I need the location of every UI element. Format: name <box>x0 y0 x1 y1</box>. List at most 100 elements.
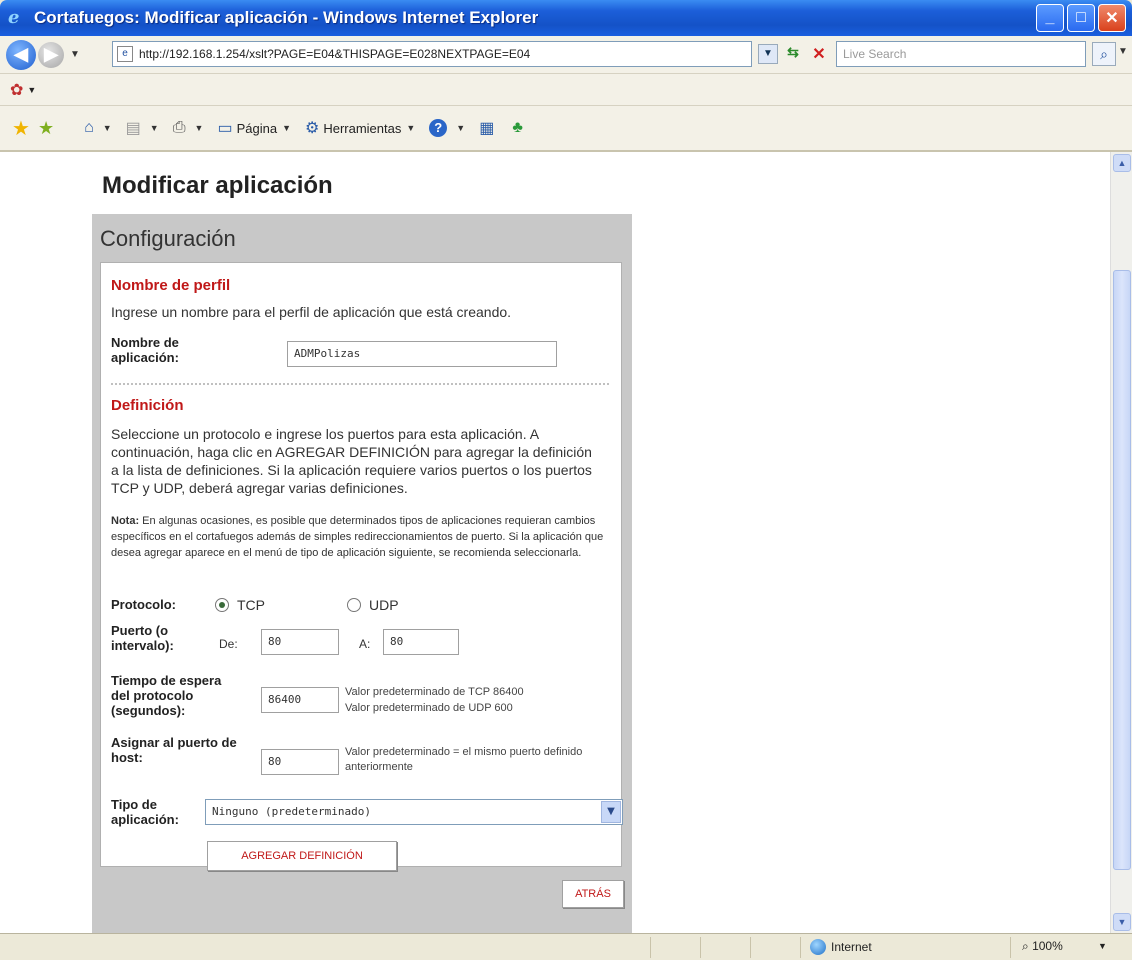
address-dropdown-button[interactable]: ▼ <box>758 44 778 64</box>
timeout-label: Tiempo de espera del protocolo (segundos… <box>111 673 222 718</box>
protocol-label: Protocolo: <box>111 597 176 612</box>
messenger-button[interactable]: ♣ <box>512 119 527 137</box>
addon-dropdown-icon[interactable]: ▼ <box>27 85 36 95</box>
app-name-label: Nombre de aplicación: <box>111 335 179 365</box>
config-panel: Configuración Nombre de perfil Ingrese u… <box>92 214 632 933</box>
timeout-input[interactable]: 86400 <box>261 687 339 713</box>
print-button[interactable]: ⎙ ▼ <box>173 119 204 137</box>
note-text: En algunas ocasiones, es posible que det… <box>111 515 604 559</box>
port-label: Puerto (o intervalo): <box>111 623 174 653</box>
tools-menu-label: Herramientas <box>323 120 402 136</box>
page-menu-label: Página <box>236 120 278 136</box>
config-form: Nombre de perfil Ingrese un nombre para … <box>100 262 623 871</box>
research-icon: ▦ <box>479 120 495 137</box>
feeds-button[interactable]: ▤ ▼ <box>126 118 159 138</box>
forward-button[interactable]: ▶ <box>38 41 64 68</box>
radio-selected-icon <box>215 598 229 612</box>
stop-button[interactable]: ✕ <box>808 44 830 64</box>
app-type-label: Tipo de aplicación: <box>111 797 179 827</box>
messenger-icon: ♣ <box>512 119 523 136</box>
status-divider <box>650 937 651 958</box>
security-zone[interactable]: Internet <box>810 939 872 955</box>
search-input[interactable]: Live Search <box>836 41 1086 67</box>
help-menu[interactable]: ? ▼ <box>429 119 465 137</box>
feeds-icon: ▤ <box>125 120 141 137</box>
app-type-select[interactable]: Ninguno (predeterminado) ▼ <box>205 799 623 825</box>
config-panel-title: Configuración <box>100 226 236 251</box>
protocol-radio-udp[interactable]: UDP <box>347 597 399 613</box>
section-divider <box>111 383 609 385</box>
print-icon: ⎙ <box>172 119 186 136</box>
address-toolbar: ◀ ▶ ▼ e http://192.168.1.254/xslt?PAGE=E… <box>0 36 1132 74</box>
port-to-label: A: <box>359 637 371 651</box>
window-controls: _ □ ✕ <box>1036 4 1126 32</box>
tools-gear-icon: ⚙ <box>304 120 320 137</box>
definition-section-title: Definición <box>111 397 184 414</box>
note-label: Nota: <box>111 515 140 527</box>
home-icon: ⌂ <box>84 119 94 136</box>
definition-note: Nota: En algunas ocasiones, es posible q… <box>111 513 606 561</box>
back-button[interactable]: ◀ <box>6 39 36 70</box>
status-divider <box>750 937 751 958</box>
search-options-dropdown-icon[interactable]: ▼ <box>1118 46 1128 57</box>
radio-unselected-icon <box>347 598 361 612</box>
globe-icon <box>810 939 826 955</box>
protocol-radio-tcp[interactable]: TCP <box>215 597 265 613</box>
timeout-hint-tcp: Valor predeterminado de TCP 86400 <box>345 686 524 698</box>
port-from-input[interactable]: 80 <box>261 629 339 655</box>
timeout-hint-udp: Valor predeterminado de UDP 600 <box>345 702 513 714</box>
page-icon: e <box>117 46 133 62</box>
addon-icon[interactable]: ✿ <box>10 80 23 100</box>
status-divider <box>1010 937 1011 958</box>
command-bar: ★ ★ ⌂ ▼ ▤ ▼ ⎙ ▼ ▭ Página ▼ ⚙ Herramientas ▼ ? ▼ … <box>0 106 1132 152</box>
scroll-down-icon[interactable]: ▼ <box>1113 913 1131 931</box>
protocol-tcp-label: TCP <box>237 597 265 613</box>
port-from-label: De: <box>219 637 238 651</box>
address-text: http://192.168.1.254/xslt?PAGE=E04&THISP… <box>139 47 531 61</box>
window-title: Cortafuegos: Modificar aplicación - Wind… <box>34 8 539 27</box>
add-favorites-icon[interactable]: ★ <box>38 118 54 139</box>
favorites-star-icon[interactable]: ★ <box>12 116 30 141</box>
scroll-up-icon[interactable]: ▲ <box>1113 154 1131 172</box>
history-dropdown-icon[interactable]: ▼ <box>70 49 80 60</box>
protocol-udp-label: UDP <box>369 597 399 613</box>
zoom-level[interactable]: ⌕ 100% <box>1022 939 1063 954</box>
profile-section-title: Nombre de perfil <box>111 277 231 294</box>
home-button[interactable]: ⌂ ▼ <box>84 119 112 137</box>
search-icon[interactable]: ⌕ <box>1092 42 1116 66</box>
refresh-button[interactable]: ⇆ <box>782 44 804 64</box>
zoom-value: 100% <box>1032 939 1063 953</box>
addons-toolbar: ✿ ▼ <box>0 74 1132 106</box>
page-title: Modificar aplicación <box>102 172 333 199</box>
close-button[interactable]: ✕ <box>1098 4 1126 32</box>
page-menu-icon: ▭ <box>217 120 233 137</box>
host-port-hint: Valor predeterminado = el mismo puerto d… <box>345 746 583 773</box>
research-button[interactable]: ▦ <box>479 118 498 138</box>
page-content: Modificar aplicación Configuración Nombr… <box>0 152 1110 933</box>
port-to-input[interactable]: 80 <box>383 629 459 655</box>
host-port-input[interactable]: 80 <box>261 749 339 775</box>
vertical-scrollbar[interactable]: ▲ ▼ <box>1110 152 1132 933</box>
help-icon: ? <box>429 119 448 137</box>
chevron-down-icon: ▼ <box>601 801 621 823</box>
status-divider <box>800 937 801 958</box>
zoom-dropdown-icon[interactable]: ▼ <box>1098 941 1107 951</box>
zone-label: Internet <box>831 940 872 954</box>
scroll-thumb[interactable] <box>1113 270 1131 870</box>
maximize-button[interactable]: □ <box>1067 4 1095 32</box>
title-bar[interactable]: e Cortafuegos: Modificar aplicación - Wi… <box>0 0 1132 36</box>
status-divider <box>700 937 701 958</box>
add-definition-button[interactable]: AGREGAR DEFINICIÓN <box>207 841 397 871</box>
back-page-button[interactable]: ATRÁS <box>562 880 624 908</box>
status-bar: Internet ⌕ 100% ▼ <box>0 933 1132 960</box>
address-bar[interactable]: e http://192.168.1.254/xslt?PAGE=E04&THI… <box>112 41 752 67</box>
app-type-selected-value: Ninguno (predeterminado) <box>212 805 371 818</box>
minimize-button[interactable]: _ <box>1036 4 1064 32</box>
tools-menu[interactable]: ⚙ Herramientas ▼ <box>305 118 415 138</box>
host-port-label: Asignar al puerto de host: <box>111 735 237 765</box>
magnifier-icon: ⌕ <box>1022 939 1029 953</box>
ie-logo-icon: e <box>8 7 20 28</box>
app-name-input[interactable]: ADMPolizas <box>287 341 557 367</box>
definition-section-description: Seleccione un protocolo e ingrese los pu… <box>111 426 592 496</box>
page-menu[interactable]: ▭ Página ▼ <box>217 118 291 138</box>
